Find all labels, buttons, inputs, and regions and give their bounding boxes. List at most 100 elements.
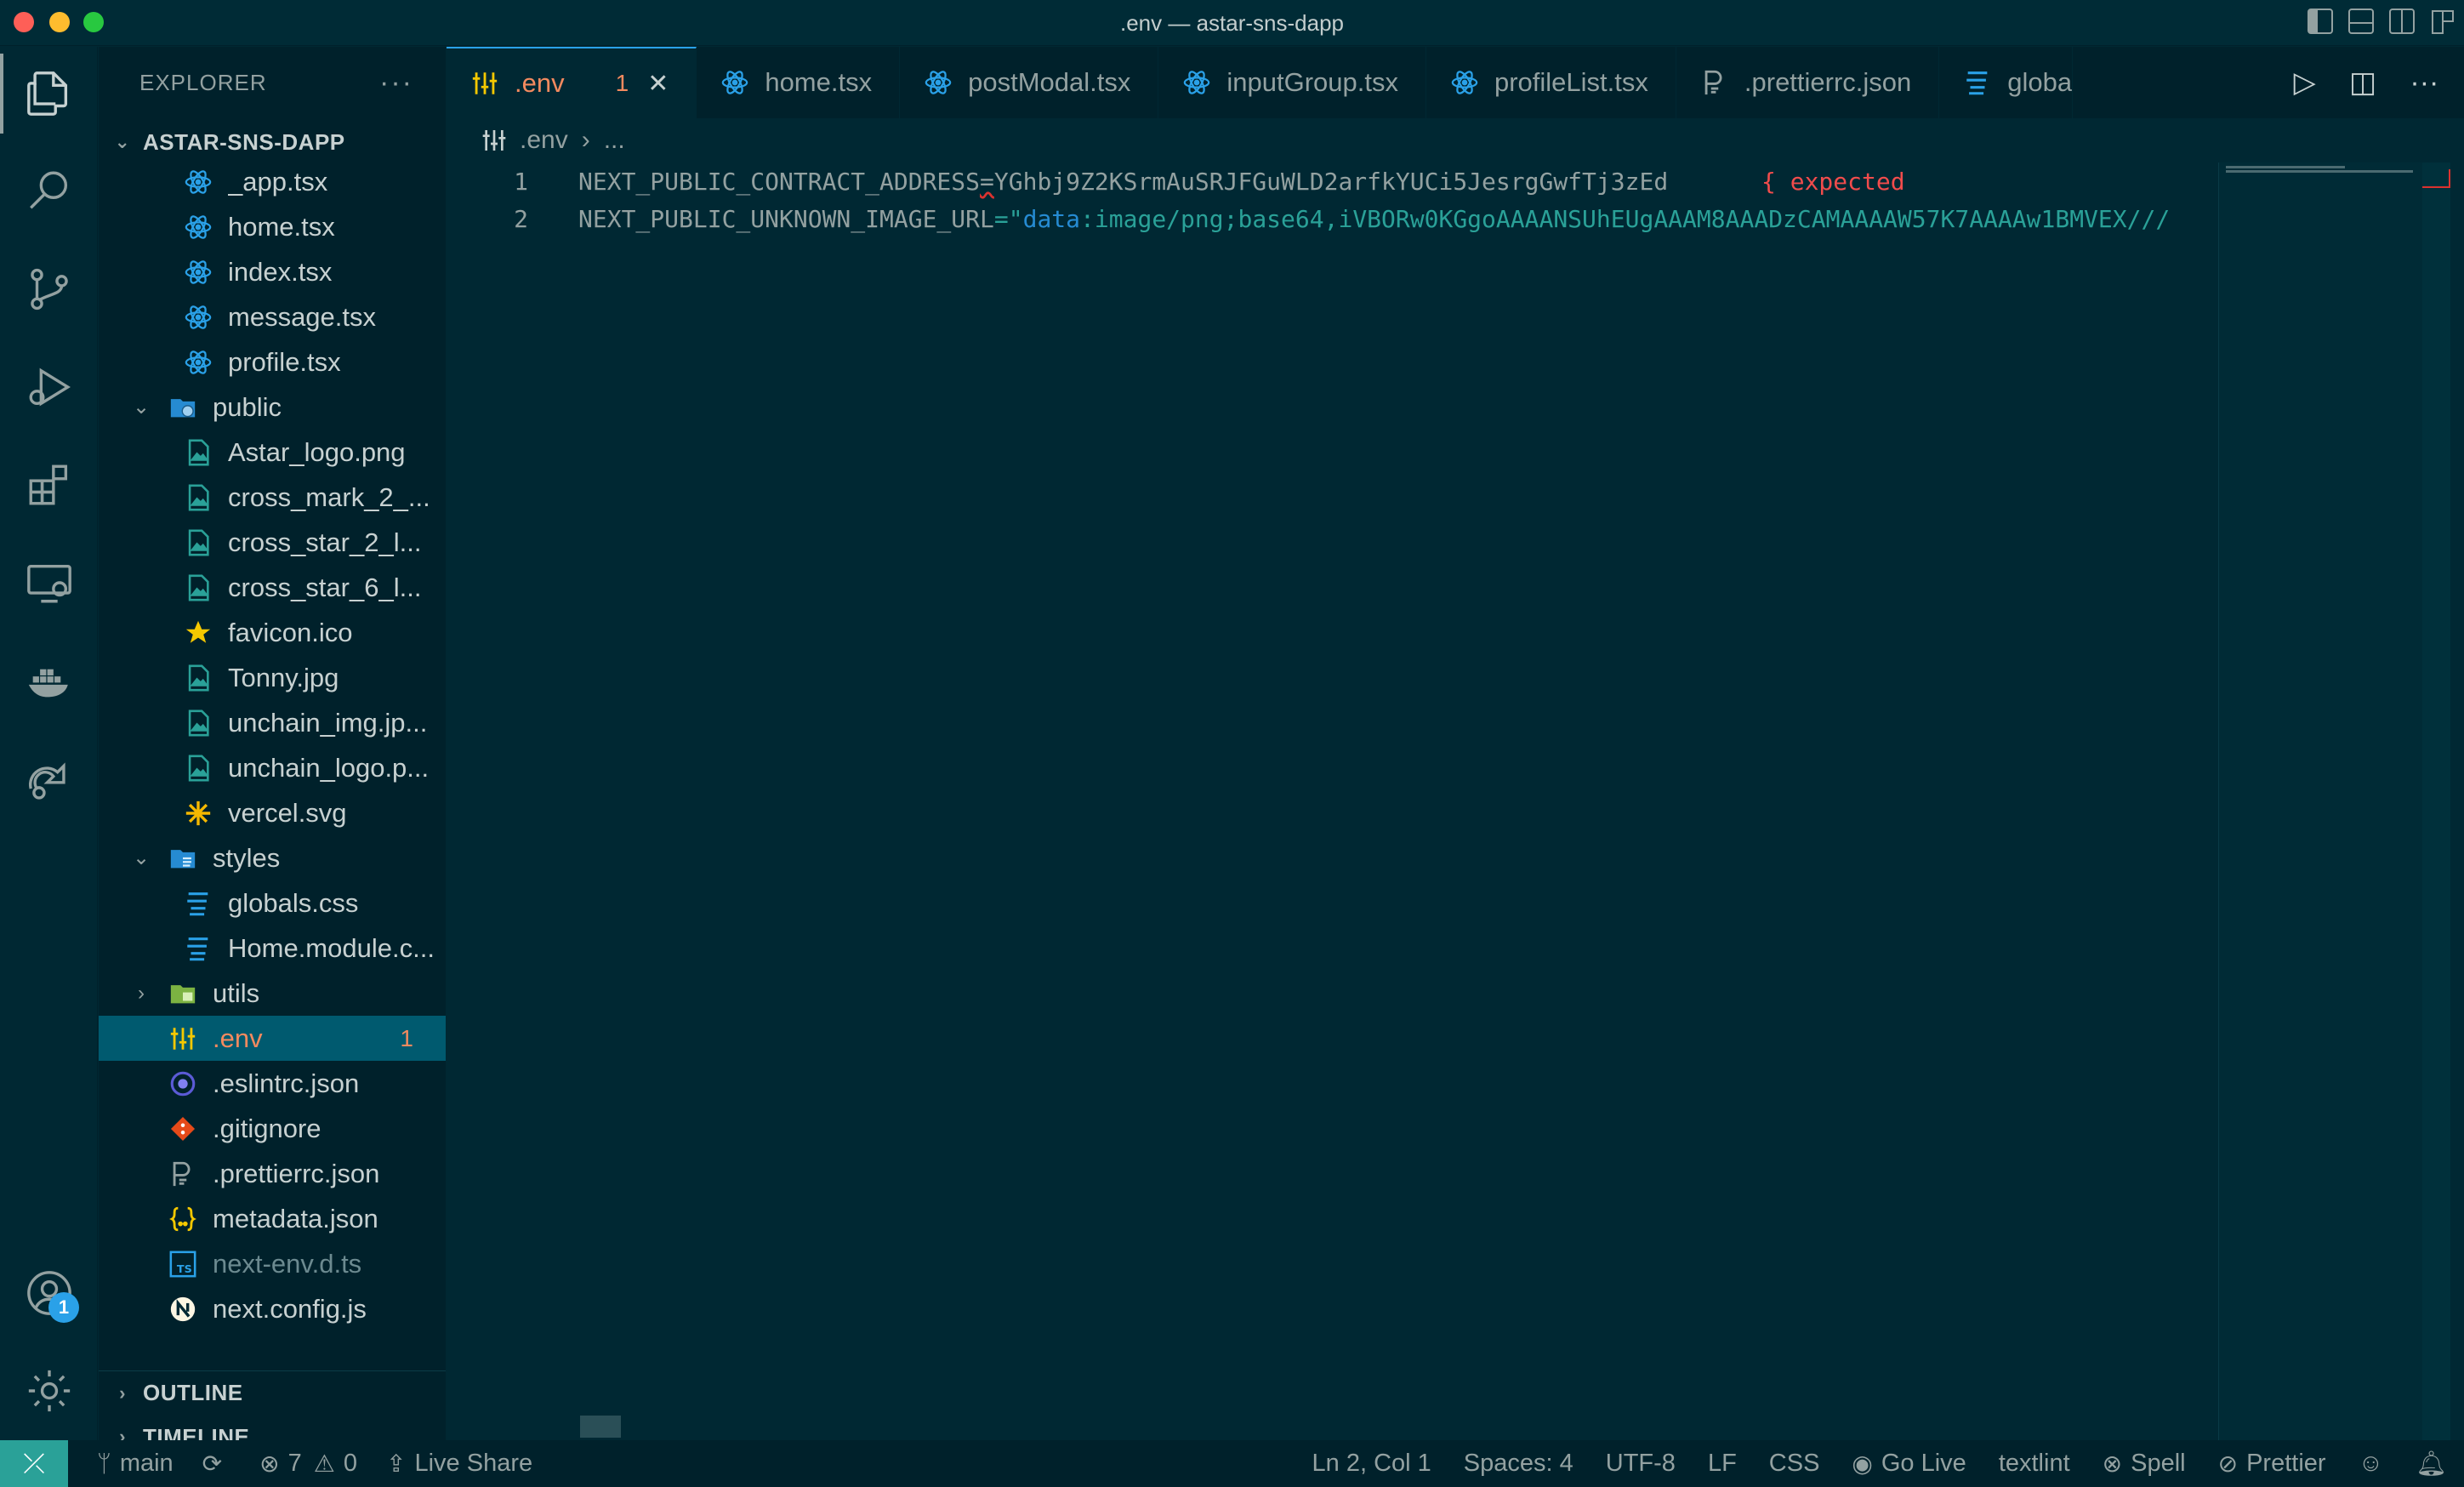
chevron-right-icon: › [138,981,145,1005]
notifications-button[interactable]: 🔔︎ [2416,1450,2447,1478]
extensions-icon[interactable] [0,438,98,532]
warning-icon: ⚠ [313,1450,335,1477]
file-item[interactable]: _app.tsx [99,166,446,204]
breadcrumb-separator: › [581,126,590,154]
tab-home-tsx[interactable]: home.tsx [697,47,901,118]
file-item[interactable]: cross_star_6_l... [99,565,446,610]
go-live-button[interactable]: ◉ Go Live [1852,1450,1966,1478]
more-actions-icon[interactable]: ··· [2410,66,2438,100]
sync-button[interactable]: ⟳ [202,1450,230,1478]
tab-inputgroup-tsx[interactable]: inputGroup.tsx [1158,47,1426,118]
file-item[interactable]: index.tsx [99,249,446,294]
accounts-icon[interactable]: 1 [0,1246,98,1340]
file-label: .prettierrc.json [213,1158,380,1188]
manage-gear-icon[interactable] [0,1344,98,1438]
outline-panel-header[interactable]: › OUTLINE [99,1370,446,1415]
file-item[interactable]: .env 1 [99,1016,446,1061]
problems-indicator[interactable]: ⊗ 7 ⚠ 0 [259,1450,357,1478]
toggle-primary-sidebar-icon[interactable] [2308,9,2333,34]
file-item[interactable]: home.tsx [99,204,446,249]
folder-item[interactable]: › utils [99,971,446,1016]
feedback-button[interactable]: ☺ [2359,1450,2384,1478]
textlint-button[interactable]: textlint [1999,1450,2070,1478]
file-item[interactable]: TS next-env.d.ts [99,1241,446,1286]
tab-globa[interactable]: globa [1939,47,2074,118]
search-icon[interactable] [0,145,98,238]
file-item[interactable]: .eslintrc.json [99,1061,446,1106]
end-of-line[interactable]: LF [1708,1450,1737,1478]
line-content: NEXT_PUBLIC_CONTRACT_ADDRESS=YGhbj9Z2KSr… [578,168,1668,196]
env-value: YGhbj9Z2KSrmAuSRJFGuWLD2arfkYUCi5JesrgGw… [993,168,1669,196]
minimap[interactable] [2218,162,2422,1440]
run-icon[interactable]: ▷ [2294,66,2316,100]
folder-item[interactable]: ⌄ public [99,385,446,430]
encoding[interactable]: UTF-8 [1606,1450,1676,1478]
tab-profilelist-tsx[interactable]: profileList.tsx [1426,47,1676,118]
code-line-2[interactable]: 2 NEXT_PUBLIC_UNKNOWN_IMAGE_URL="data:im… [447,200,2170,237]
file-item[interactable]: Home.module.c... [99,926,446,971]
customize-layout-icon[interactable] [2430,9,2455,34]
split-editor-icon[interactable]: ◫ [2349,66,2376,100]
live-share-icon[interactable] [0,732,98,825]
go-live-label: Go Live [1881,1450,1966,1477]
remote-indicator-icon[interactable]: ⤫ [0,1440,68,1487]
explorer-header: EXPLORER ··· [99,47,446,118]
file-item[interactable]: unchain_logo.p... [99,745,446,790]
live-share-button[interactable]: ⇪ Live Share [386,1450,532,1478]
file-item[interactable]: next.config.js [99,1286,446,1331]
file-label: utils [213,977,260,1008]
prettier-button[interactable]: ⊘ Prettier [2218,1450,2326,1478]
file-item[interactable]: Astar_logo.png [99,430,446,475]
file-item[interactable]: unchain_img.jp... [99,700,446,745]
tab-env[interactable]: .env 1 ✕ [447,47,697,118]
explorer-icon[interactable] [0,47,98,140]
remote-explorer-icon[interactable] [0,536,98,630]
tab-prettierrc-json[interactable]: .prettierrc.json [1676,47,1940,118]
tab-close-icon[interactable]: ✕ [647,69,669,99]
indentation[interactable]: Spaces: 4 [1464,1450,1573,1478]
file-item[interactable]: metadata.json [99,1196,446,1241]
image-icon [184,528,213,557]
file-item[interactable]: globals.css [99,880,446,926]
react-icon [184,303,213,332]
folder-item[interactable]: ⌄ styles [99,835,446,880]
code-editor[interactable]: 1 NEXT_PUBLIC_CONTRACT_ADDRESS=YGhbj9Z2K… [447,162,2464,1440]
status-bar: ⤫ ᛘ main ⟳ ⊗ 7 ⚠ 0 ⇪ Live Share Ln 2, Co… [0,1440,2464,1487]
file-label: .env [213,1023,263,1053]
file-item[interactable]: cross_mark_2_... [99,475,446,520]
file-item[interactable]: .prettierrc.json [99,1151,446,1196]
horizontal-scrollbar-thumb[interactable] [580,1416,621,1438]
file-item[interactable]: vercel.svg [99,790,446,835]
file-item[interactable]: .gitignore [99,1106,446,1151]
spell-button[interactable]: ⊗ Spell [2103,1450,2186,1478]
project-folder-header[interactable]: ⌄ ASTAR-SNS-DAPP [99,118,446,166]
image-icon [184,438,213,467]
cursor-position[interactable]: Ln 2, Col 1 [1312,1450,1431,1478]
vertical-scrollbar[interactable] [2422,162,2450,1440]
broadcast-icon: ◉ [1852,1450,1873,1477]
explorer-more-actions-icon[interactable]: ··· [379,66,413,100]
breadcrumb-file[interactable]: .env [520,126,568,155]
language-mode[interactable]: CSS [1769,1450,1820,1478]
docker-icon[interactable] [0,634,98,727]
file-item[interactable]: favicon.ico [99,610,446,655]
toggle-panel-icon[interactable] [2348,9,2374,34]
env-value-scheme: data [1022,205,1081,233]
run-debug-icon[interactable] [0,340,98,434]
file-item[interactable]: cross_star_2_l... [99,520,446,565]
file-item[interactable]: profile.tsx [99,339,446,385]
file-item[interactable]: message.tsx [99,294,446,339]
folder-public-icon [168,393,197,422]
file-label: cross_star_6_l... [228,572,422,602]
code-line-1[interactable]: 1 NEXT_PUBLIC_CONTRACT_ADDRESS=YGhbj9Z2K… [447,162,1904,200]
source-control-icon[interactable] [0,242,98,336]
breadcrumb: .env › ... [447,118,625,162]
breadcrumb-more[interactable]: ... [604,126,625,155]
file-label: globals.css [228,887,359,918]
ts-icon: TS [168,1250,197,1279]
env-value: :image/png;base64,iVBORw0KGgoAAAANSUhEUg… [1080,205,2171,233]
file-item[interactable]: Tonny.jpg [99,655,446,700]
branch-indicator[interactable]: ᛘ main [97,1450,174,1478]
toggle-secondary-sidebar-icon[interactable] [2389,9,2415,34]
tab-postmodal-tsx[interactable]: postModal.tsx [900,47,1159,118]
